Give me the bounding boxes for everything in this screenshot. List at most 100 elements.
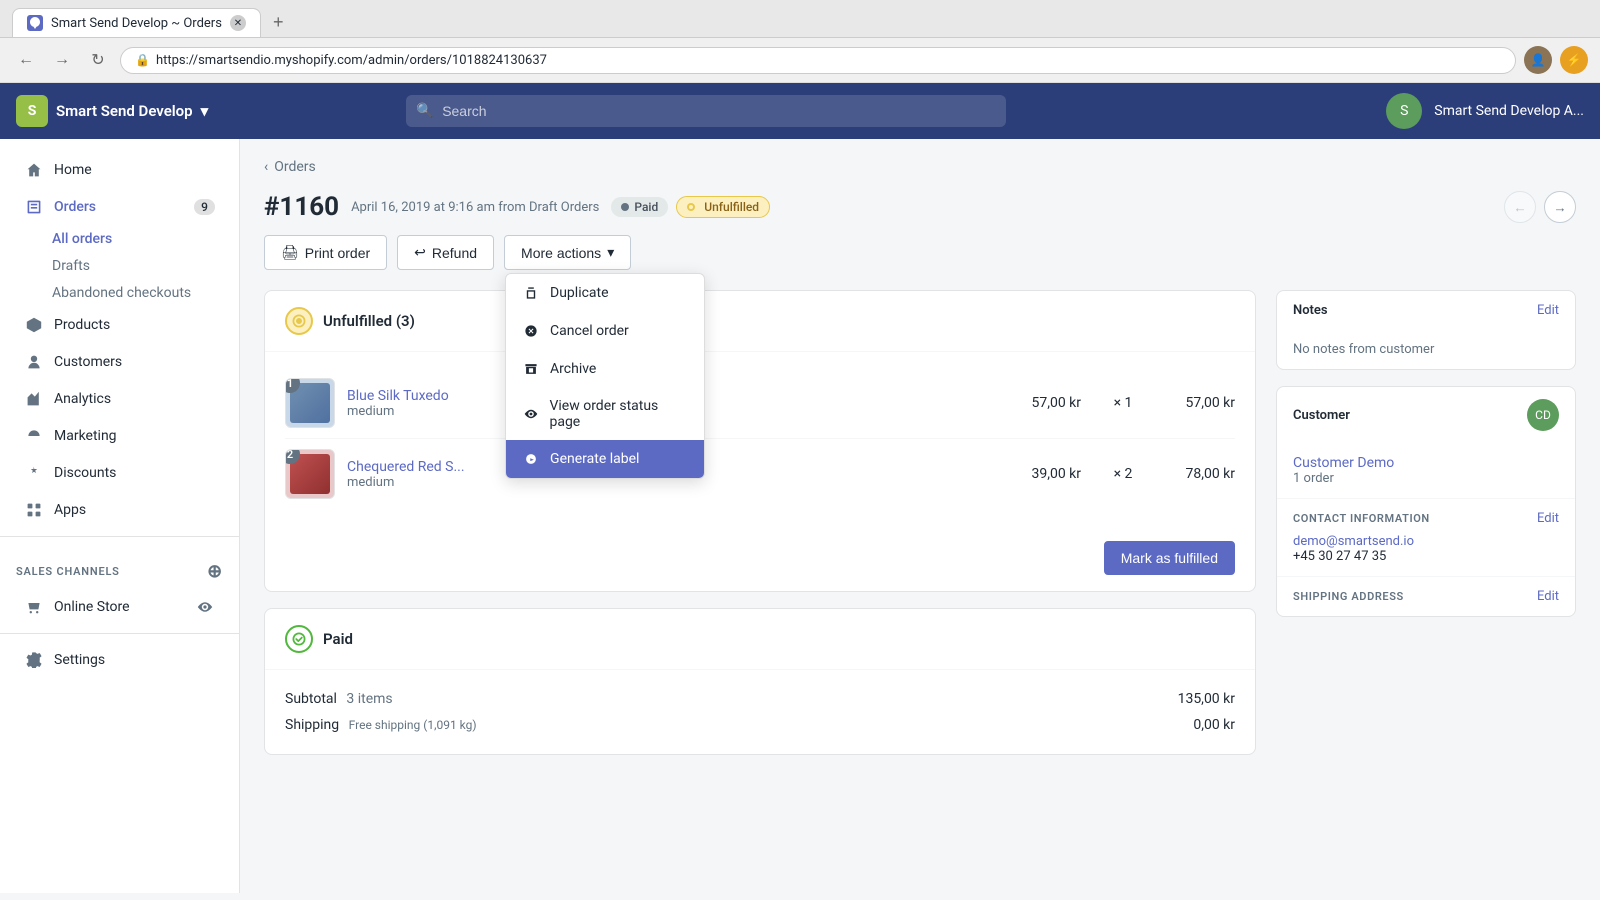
settings-label: Settings	[54, 652, 105, 668]
notes-edit-button[interactable]: Edit	[1537, 303, 1559, 318]
main-body: Home Orders 9 All orders Drafts Abandone…	[0, 139, 1600, 893]
shipping-amount: 0,00 kr	[1193, 717, 1235, 733]
sidebar-discounts-label: Discounts	[54, 465, 116, 481]
browser-chrome: Smart Send Develop ~ Orders ✕ +	[0, 0, 1600, 38]
sidebar-item-online-store[interactable]: Online Store	[8, 589, 231, 625]
product-1-qty: × 1	[1093, 395, 1153, 411]
product-row: 1 Blue Silk Tuxedo medium 57,00 kr	[285, 368, 1235, 439]
product-2-total: 78,00 kr	[1165, 466, 1235, 482]
notes-card: Notes Edit No notes from customer	[1276, 290, 1576, 370]
sidebar-subitem-drafts[interactable]: Drafts	[52, 253, 231, 279]
refund-label: Refund	[432, 245, 477, 261]
order-meta: April 16, 2019 at 9:16 am from Draft Ord…	[351, 200, 599, 215]
sidebar-divider-2	[0, 633, 239, 634]
extension-icon-1[interactable]: 👤	[1524, 46, 1552, 74]
unfulfilled-card-header: Unfulfilled (3)	[265, 291, 1255, 352]
contact-info-title: CONTACT INFORMATION	[1293, 512, 1430, 525]
contact-phone: +45 30 27 47 35	[1293, 549, 1559, 564]
customer-avatar: CD	[1527, 399, 1559, 431]
more-actions-label: More actions	[521, 245, 601, 261]
shipping-desc: Free shipping (1,091 kg)	[349, 718, 477, 732]
browser-tabs: Smart Send Develop ~ Orders ✕ +	[12, 8, 1588, 37]
shipping-row: Shipping Free shipping (1,091 kg) 0,00 k…	[285, 712, 1235, 738]
shipping-address-title: SHIPPING ADDRESS	[1293, 590, 1404, 603]
brand-logo[interactable]: S Smart Send Develop ▾	[16, 95, 208, 127]
order-actions: 🖨 Print order ↩ Refund More actions ▾	[264, 235, 1576, 270]
back-button[interactable]: ←	[12, 46, 40, 74]
sidebar-products-label: Products	[54, 317, 110, 333]
sidebar-item-analytics[interactable]: Analytics	[8, 381, 231, 417]
dropdown-item-view-status[interactable]: View order status page	[506, 388, 704, 440]
more-actions-button[interactable]: More actions ▾	[521, 244, 614, 261]
contact-info-section: CONTACT INFORMATION Edit demo@smartsend.…	[1277, 498, 1575, 576]
orders-submenu: All orders Drafts Abandoned checkouts	[0, 226, 239, 306]
sidebar-item-customers[interactable]: Customers	[8, 344, 231, 380]
sidebar-subitem-abandoned[interactable]: Abandoned checkouts	[52, 280, 231, 306]
fulfill-btn-row: Mark as fulfilled	[265, 525, 1255, 591]
customer-orders: 1 order	[1293, 471, 1559, 486]
sidebar-home-label: Home	[54, 162, 92, 178]
dropdown-item-generate-label[interactable]: Generate label	[506, 440, 704, 478]
product-1-price: 57,00 kr	[1031, 395, 1081, 411]
dropdown-item-archive[interactable]: Archive	[506, 350, 704, 388]
customer-card-body: Customer Demo 1 order	[1277, 443, 1575, 498]
add-sales-channel-button[interactable]: ⊕	[207, 561, 223, 582]
unfulfilled-badge-label: Unfulfilled	[704, 200, 759, 214]
search-input[interactable]	[406, 95, 1006, 127]
unfulfilled-badge: Unfulfilled	[676, 196, 770, 218]
new-tab-button[interactable]: +	[265, 8, 292, 37]
sidebar-item-orders[interactable]: Orders 9	[8, 189, 231, 225]
next-order-button[interactable]: →	[1544, 191, 1576, 223]
prev-order-button[interactable]: ←	[1504, 191, 1536, 223]
product-1-thumbnail: 1	[285, 378, 335, 428]
active-tab[interactable]: Smart Send Develop ~ Orders ✕	[12, 8, 261, 37]
shipping-label: Shipping Free shipping (1,091 kg)	[285, 717, 477, 733]
tab-close-button[interactable]: ✕	[230, 15, 246, 31]
marketing-icon	[24, 426, 44, 446]
dropdown-duplicate-label: Duplicate	[550, 285, 609, 301]
subtotal-label: Subtotal 3 items	[285, 691, 393, 707]
address-bar[interactable]: 🔒 https://smartsendio.myshopify.com/admi…	[120, 47, 1516, 74]
paid-card: Paid Subtotal 3 items 135,00 kr	[264, 608, 1256, 755]
online-store-eye-icon[interactable]	[195, 597, 215, 617]
topbar: S Smart Send Develop ▾ 🔍 S Smart Send De…	[0, 83, 1600, 139]
search-wrapper: 🔍	[406, 95, 1006, 127]
side-column: Notes Edit No notes from customer Custom…	[1276, 290, 1576, 755]
sidebar-item-apps[interactable]: Apps	[8, 492, 231, 528]
nav-arrows: ← →	[1504, 191, 1576, 223]
contact-edit-button[interactable]: Edit	[1537, 511, 1559, 526]
order-header-row: #1160 April 16, 2019 at 9:16 am from Dra…	[264, 191, 1576, 223]
extension-icon-2[interactable]: ⚡	[1560, 46, 1588, 74]
brand-name: Smart Send Develop	[56, 102, 193, 120]
breadcrumb[interactable]: ‹ Orders	[264, 159, 1576, 175]
dropdown-item-duplicate[interactable]: Duplicate	[506, 274, 704, 312]
print-order-button[interactable]: 🖨 Print order	[264, 235, 387, 270]
print-label: Print order	[305, 245, 370, 261]
sidebar-item-settings[interactable]: Settings	[8, 642, 231, 678]
archive-icon	[522, 360, 540, 378]
sidebar-subitem-all-orders[interactable]: All orders	[52, 226, 231, 252]
sidebar-item-marketing[interactable]: Marketing	[8, 418, 231, 454]
mark-as-fulfilled-button[interactable]: Mark as fulfilled	[1104, 541, 1235, 575]
sidebar-item-products[interactable]: Products	[8, 307, 231, 343]
breadcrumb-text: Orders	[274, 159, 316, 175]
notes-title: Notes	[1293, 303, 1328, 318]
main-content: ‹ Orders #1160 April 16, 2019 at 9:16 am…	[240, 139, 1600, 893]
app: S Smart Send Develop ▾ 🔍 S Smart Send De…	[0, 83, 1600, 893]
contact-email[interactable]: demo@smartsend.io	[1293, 534, 1559, 549]
customer-name[interactable]: Customer Demo	[1293, 455, 1559, 471]
forward-button[interactable]: →	[48, 46, 76, 74]
orders-badge: 9	[194, 199, 215, 215]
avatar[interactable]: S	[1386, 93, 1422, 129]
sales-channels-section: SALES CHANNELS ⊕	[0, 545, 239, 588]
sidebar-item-home[interactable]: Home	[8, 152, 231, 188]
refresh-button[interactable]: ↻	[84, 46, 112, 74]
chevron-down-icon: ▾	[201, 102, 209, 120]
shipping-edit-button[interactable]: Edit	[1537, 589, 1559, 604]
refund-button[interactable]: ↩ Refund	[397, 235, 494, 270]
sidebar-item-discounts[interactable]: Discounts	[8, 455, 231, 491]
dropdown-item-cancel[interactable]: Cancel order	[506, 312, 704, 350]
sidebar: Home Orders 9 All orders Drafts Abandone…	[0, 139, 240, 893]
online-store-icon	[24, 597, 44, 617]
more-actions-container: More actions ▾ Duplicate	[504, 235, 631, 270]
